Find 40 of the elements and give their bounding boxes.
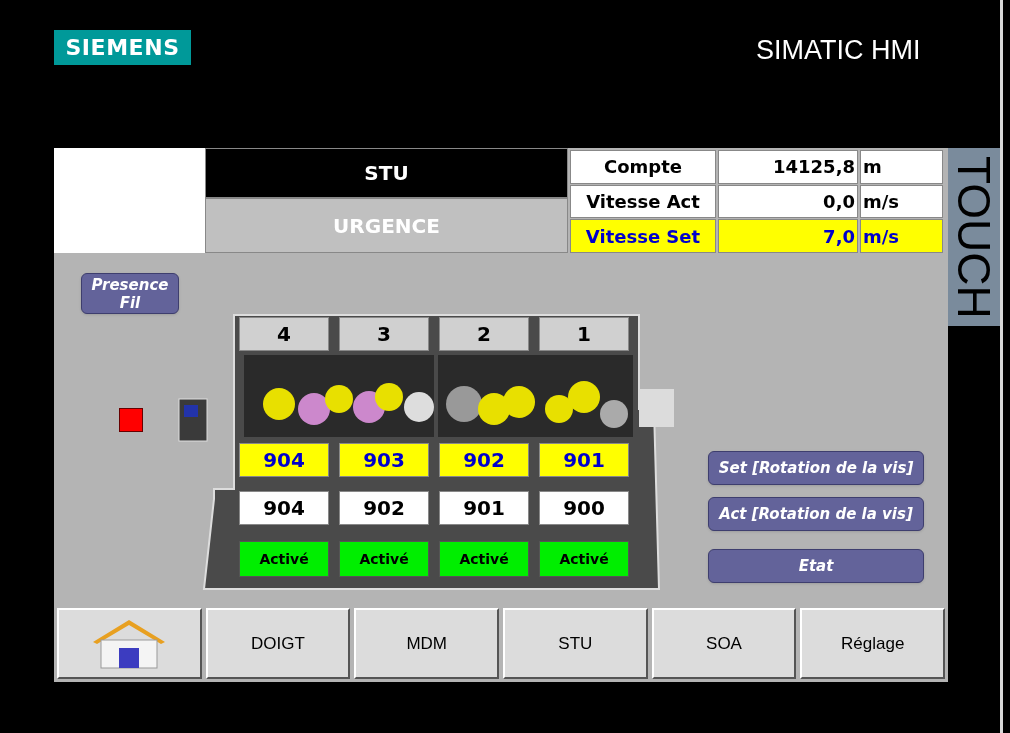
action-button[interactable]: Etat: [708, 549, 924, 583]
status-indicator: Activé: [239, 541, 329, 577]
act-value: 902: [339, 491, 429, 525]
set-value: 903: [339, 443, 429, 477]
readout-unit: m/s: [860, 219, 943, 253]
screen-title: STU: [205, 148, 568, 198]
station-number: 4: [239, 317, 329, 351]
status-indicator: Activé: [539, 541, 629, 577]
status-indicator: Activé: [339, 541, 429, 577]
station-number: 1: [539, 317, 629, 351]
station-number: 3: [339, 317, 429, 351]
act-value: 900: [539, 491, 629, 525]
readout-label: Compte: [570, 150, 716, 184]
nav-button[interactable]: SOA: [651, 608, 797, 679]
nav-button[interactable]: DOIGT: [205, 608, 351, 679]
nav-button[interactable]: STU: [503, 608, 648, 679]
action-button[interactable]: Act [Rotation de la vis]: [708, 497, 924, 531]
set-value: 901: [539, 443, 629, 477]
siemens-logo: SIEMENS: [54, 30, 191, 65]
home-button[interactable]: [57, 608, 202, 679]
readout-value: 0,0: [718, 184, 858, 219]
action-button[interactable]: Set [Rotation de la vis]: [708, 451, 924, 485]
station-number: 2: [439, 317, 529, 351]
readout-value: 7,0: [718, 219, 858, 253]
set-value: 902: [439, 443, 529, 477]
nav-button[interactable]: MDM: [354, 608, 499, 679]
status-indicator: Activé: [439, 541, 529, 577]
presence-fil-button[interactable]: Presence Fil: [81, 273, 179, 314]
act-value: 904: [239, 491, 329, 525]
bezel-label: TOUCH: [951, 155, 997, 319]
readout-value: 14125,8: [718, 150, 858, 184]
readout-unit: m/s: [860, 184, 943, 219]
readout-label: Vitesse Set: [570, 219, 716, 253]
product-name: SIMATIC HMI: [756, 34, 921, 67]
readout-unit: m: [860, 150, 943, 184]
alarm-label: URGENCE: [205, 198, 568, 253]
readout-label: Vitesse Act: [570, 184, 716, 219]
act-value: 901: [439, 491, 529, 525]
set-value: 904: [239, 443, 329, 477]
nav-button[interactable]: Réglage: [800, 608, 946, 679]
